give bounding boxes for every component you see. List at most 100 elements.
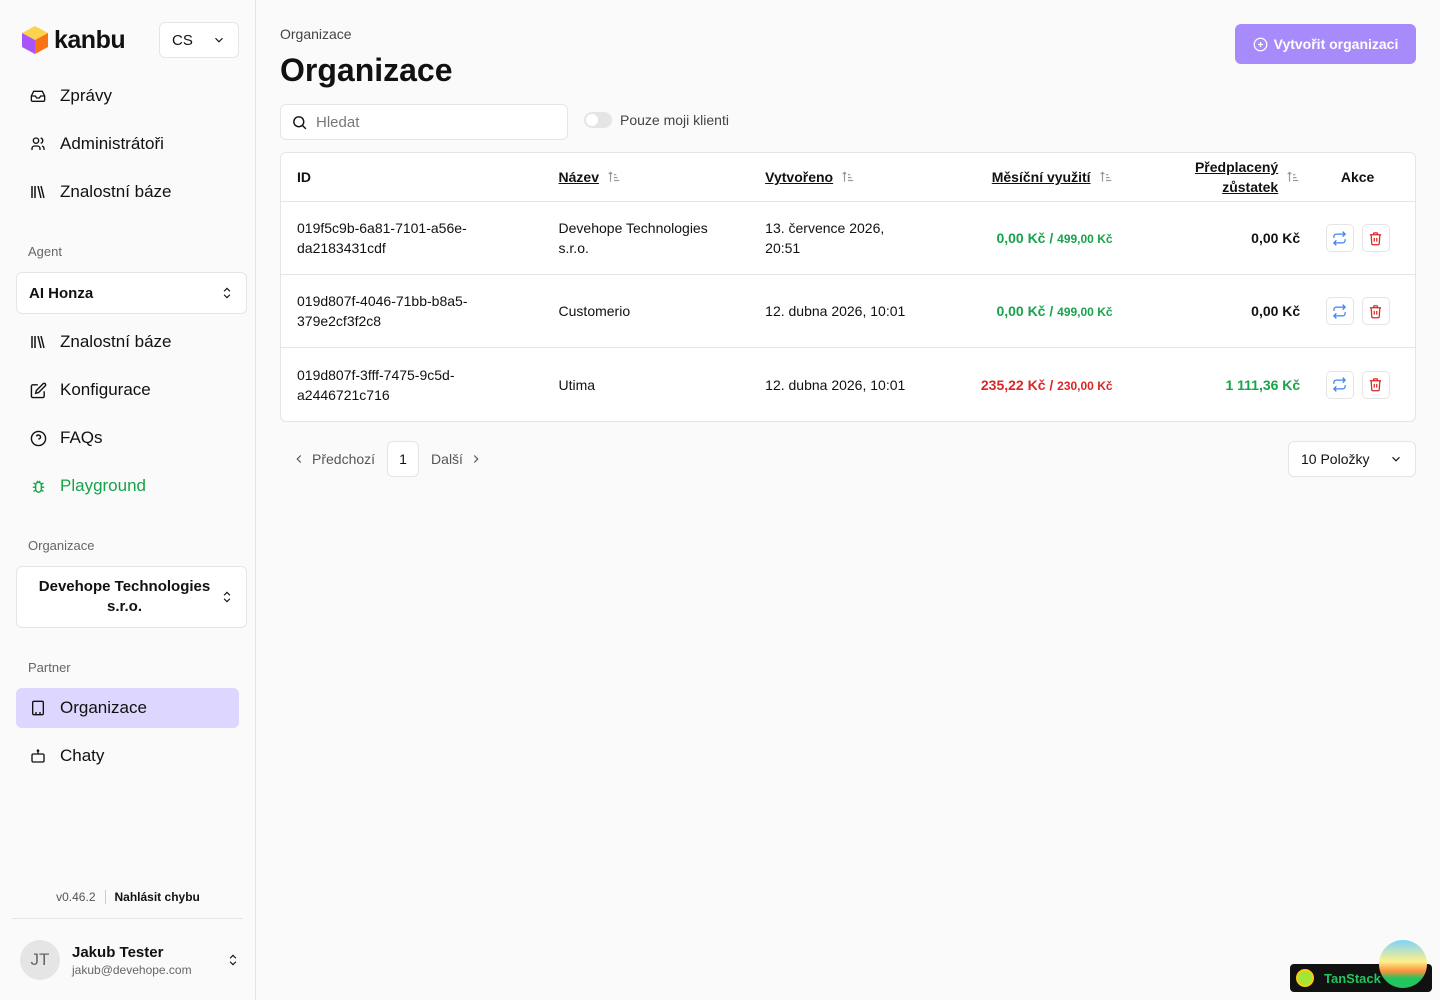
inbox-icon: [28, 86, 48, 106]
next-page-button[interactable]: Další: [419, 451, 495, 467]
toggle-switch[interactable]: [584, 112, 612, 128]
chevron-down-icon: [215, 37, 223, 43]
trash-icon: [1369, 304, 1382, 318]
agent-select[interactable]: AI Honza: [16, 272, 247, 314]
sidebar-item-admins[interactable]: Administrátoři: [16, 124, 239, 164]
version-bar: v0.46.2 Nahlásit chybu: [0, 890, 256, 904]
delete-organization-button[interactable]: [1361, 297, 1390, 325]
table-header: ID Název Vytvořeno Měsíční využití Předp…: [281, 153, 1415, 202]
trash-icon: [1369, 231, 1382, 245]
sidebar-item-playground[interactable]: Playground: [16, 466, 239, 506]
cell-name: Devehope Technologies s.r.o.: [558, 220, 708, 256]
search-box[interactable]: [280, 104, 568, 140]
section-label-agent: Agent: [28, 244, 62, 259]
sidebar-item-faqs[interactable]: FAQs: [16, 418, 239, 458]
user-email: jakub@devehope.com: [72, 962, 192, 977]
version-text: v0.46.2: [56, 890, 106, 904]
edit-icon: [28, 380, 48, 400]
page-title: Organizace: [280, 52, 453, 88]
repeat-icon: [1333, 230, 1347, 246]
sidebar: kanbu CS Zprávy Administrátoři Znalostní…: [0, 0, 256, 1000]
table-row[interactable]: 019f5c9b-6a81-7101-a56e-da2183431cdf Dev…: [281, 202, 1415, 275]
users-icon: [28, 134, 48, 154]
logo-text: kanbu: [54, 25, 126, 54]
column-header-balance[interactable]: Předplacený zůstatek: [1113, 157, 1301, 197]
main-content: Organizace Organizace Vytvořit organizac…: [257, 0, 1440, 1000]
sort-ascending-icon: [608, 171, 620, 182]
column-label-line: Předplacený: [1194, 159, 1279, 175]
sidebar-item-chats[interactable]: Chaty: [16, 736, 239, 776]
table-row[interactable]: 019d807f-4046-71bb-b8a5- 379e2cf3f2c8 Cus…: [281, 275, 1415, 348]
chevrons-up-down-icon: [229, 954, 237, 966]
column-label: Předplacený zůstatek: [1195, 157, 1278, 197]
delete-organization-button[interactable]: [1361, 370, 1390, 399]
language-value: CS: [172, 31, 193, 49]
sidebar-item-agent-knowledge[interactable]: Znalostní báze: [16, 322, 239, 362]
next-label: Další: [431, 451, 463, 467]
search-input[interactable]: [316, 113, 556, 131]
agent-select-value: AI Honza: [29, 284, 94, 302]
devtools-label: TanStack: [1324, 970, 1381, 986]
cube-logo-icon: [22, 26, 48, 54]
create-organization-label: Vytvořit organizaci: [1273, 36, 1399, 52]
breadcrumb[interactable]: Organizace: [280, 26, 352, 42]
sort-ascending-icon: [1287, 171, 1299, 182]
sort-ascending-icon: [1099, 171, 1111, 182]
chevrons-up-down-icon: [223, 287, 231, 299]
cell-name: Customerio: [558, 303, 631, 319]
cell-id: 019f5c9b-6a81-7101-a56e-da2183431cdf: [297, 220, 467, 256]
column-label-line: zůstatek: [1222, 179, 1279, 195]
language-select[interactable]: CS: [159, 22, 239, 58]
column-label: Vytvořeno: [765, 169, 834, 185]
create-organization-button[interactable]: Vytvořit organizaci: [1235, 24, 1416, 64]
previous-page-button[interactable]: Předchozí: [280, 451, 387, 467]
tanstack-logo-icon: [1296, 969, 1314, 987]
organization-select-value: Devehope Technologies s.r.o.: [38, 578, 211, 615]
previous-label: Předchozí: [312, 451, 376, 467]
help-circle-icon: [28, 428, 48, 448]
divider: [12, 918, 243, 919]
cell-id: 019d807f-4046-71bb-b8a5- 379e2cf3f2c8: [297, 293, 468, 329]
chevron-left-icon: [296, 455, 302, 463]
cell-name: Utima: [558, 376, 596, 393]
cell-actions: [1300, 370, 1415, 399]
report-bug-link[interactable]: Nahlásit chybu: [106, 890, 200, 904]
my-clients-toggle[interactable]: Pouze moji klienti: [584, 112, 729, 128]
switch-organization-button[interactable]: [1325, 224, 1354, 252]
sidebar-item-organizations[interactable]: Organizace: [16, 688, 239, 728]
column-header-usage[interactable]: Měsíční využití: [935, 169, 1113, 185]
chevron-right-icon: [473, 455, 479, 463]
sidebar-item-label: Organizace: [60, 698, 147, 717]
cell-created: 12. dubna 2026, 10:01: [765, 303, 906, 319]
sidebar-item-label: FAQs: [60, 428, 103, 447]
sidebar-item-messages[interactable]: Zprávy: [16, 76, 239, 116]
user-name: Jakub Tester: [72, 943, 164, 961]
sidebar-item-label: Konfigurace: [60, 380, 151, 399]
cell-balance: 1 111,36 Kč: [1225, 376, 1301, 393]
cell-balance: 0,00 Kč: [1251, 303, 1301, 319]
page-size-select[interactable]: 10 Položky: [1288, 441, 1416, 477]
page-size-value: 10 Položky: [1301, 451, 1370, 467]
devtools-toggle-icon[interactable]: [1379, 940, 1427, 988]
column-label: Název: [558, 169, 599, 185]
switch-organization-button[interactable]: [1325, 297, 1354, 325]
user-menu[interactable]: JT Jakub Tester jakub@devehope.com: [20, 940, 240, 980]
library-icon: [28, 332, 48, 352]
bug-icon: [28, 476, 48, 496]
table-row[interactable]: 019d807f-3fff-7475-9c5d-a2446721c716 Uti…: [281, 348, 1415, 421]
avatar: JT: [20, 940, 60, 980]
organization-select[interactable]: Devehope Technologies s.r.o.: [16, 566, 247, 628]
cell-usage: 235,22 Kč / 230,00 Kč: [980, 376, 1113, 393]
sidebar-item-knowledge[interactable]: Znalostní báze: [16, 172, 239, 212]
delete-organization-button[interactable]: [1361, 224, 1390, 252]
repeat-icon: [1333, 377, 1347, 392]
page-number-button[interactable]: 1: [387, 441, 420, 477]
column-header-created[interactable]: Vytvořeno: [765, 167, 935, 187]
column-header-name[interactable]: Název: [559, 167, 766, 187]
cell-actions: [1300, 297, 1415, 325]
logo[interactable]: kanbu: [20, 24, 126, 56]
cell-id: 019d807f-3fff-7475-9c5d-a2446721c716: [297, 366, 455, 403]
switch-organization-button[interactable]: [1325, 370, 1354, 399]
sidebar-item-configuration[interactable]: Konfigurace: [16, 370, 239, 410]
pagination: Předchozí 1 Další: [280, 441, 495, 477]
